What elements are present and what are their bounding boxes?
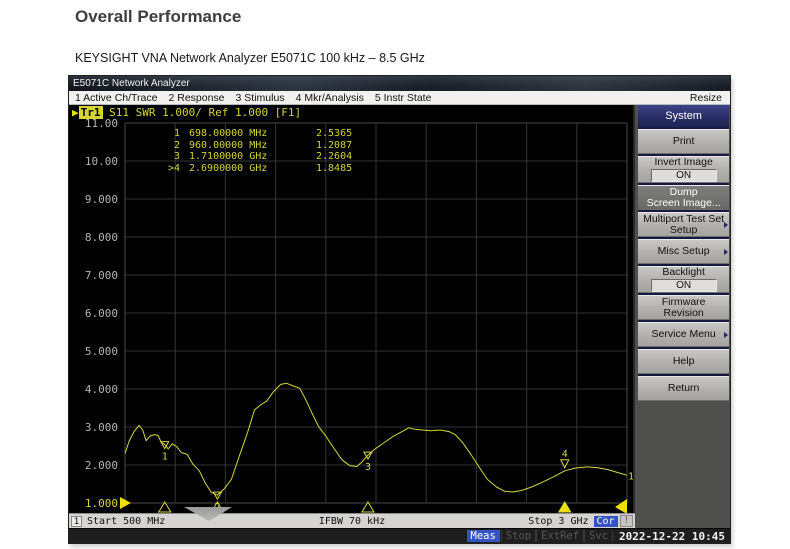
softkey-label: Dump [670,187,698,198]
marker-row: 31.7100000 GHz2.2604 [156,151,352,163]
page-subtitle: KEYSIGHT VNA Network Analyzer E5071C 100… [75,51,425,65]
y-axis-tick: 8.000 [85,231,118,244]
channel-number-badge: 1 [71,516,82,527]
trace-header: ▶Tr1 S11 SWR 1.000/ Ref 1.000 [F1] [72,106,301,119]
softkey-print[interactable]: Print [638,129,729,154]
swr-plot-svg: 11.00 10.00 9.000 8.000 7.000 6.000 5.000 4.000… [69,119,633,513]
marker-cell: 1.2087 [306,140,352,152]
stop-status-label: Stop [501,530,536,542]
meas-status-badge: Meas [467,530,500,542]
marker-number: 3 [365,462,371,473]
marker-cell: 698.00000 MHz [180,128,306,140]
datetime-label: 2022-12-22 10:45 [613,530,730,543]
y-axis-tick: 4.000 [85,383,118,396]
trace-end-label: 1 [628,471,633,482]
menu-bar: 1 Active Ch/Trace 2 Response 3 Stimulus 4 M… [69,91,730,105]
y-axis-tick: 10.00 [85,155,118,168]
trace-pointer-icon: ▶ [72,106,79,119]
softkey-label: Backlight [662,267,705,278]
softkey-label: Misc Setup [658,246,710,257]
menu-item[interactable]: 2 Response [168,92,224,104]
softkey-label: Service Menu [652,329,716,340]
submenu-arrow-icon [724,222,728,228]
y-axis-tick: 9.000 [85,193,118,206]
marker-cell: 3 [156,151,180,163]
menu-item[interactable]: 3 Stimulus [236,92,285,104]
y-axis-tick: 2.000 [85,459,118,472]
y-axis-tick: 11.00 [85,119,118,130]
start-frequency-label: Start 500 MHz [87,516,165,527]
softkey-menu-title[interactable]: System [638,105,729,127]
menu-item[interactable]: 4 Mkr/Analysis [296,92,364,104]
softkey-help[interactable]: Help [638,349,729,374]
softkey-label: Print [673,136,695,147]
marker-cell: 2.2604 [306,151,352,163]
marker-cell: 1.8485 [306,163,352,175]
swr-chart: 11.00 10.00 9.000 8.000 7.000 6.000 5.000 4.000… [69,119,635,513]
marker-table: 1698.00000 MHz2.53652960.00000 MHz1.2087… [156,128,352,174]
marker-number: 1 [162,452,168,463]
softkey-sidebar: SystemPrintInvert ImageONDumpScreen Imag… [633,105,730,528]
softkey-firmware-revision[interactable]: FirmwareRevision [638,295,729,320]
softkey-return[interactable]: Return [638,376,729,401]
menu-items: 1 Active Ch/Trace 2 Response 3 Stimulus 4 M… [75,92,442,104]
menu-item[interactable]: 5 Instr State [375,92,432,104]
softkey-label: Invert Image [654,157,712,168]
marker-cell: 2.6900000 GHz [180,163,306,175]
trace-label: Tr1 [79,106,103,119]
submenu-arrow-icon [724,332,728,338]
y-axis-tick: 5.000 [85,345,118,358]
ifbw-label: IFBW 70 kHz [319,516,385,527]
softkey-dump-screen-image[interactable]: DumpScreen Image... [638,185,729,210]
softkey-toggle-state: ON [651,169,717,182]
menu-item[interactable]: 1 Active Ch/Trace [75,92,157,104]
marker-number: 4 [562,449,568,460]
softkey-label: Setup [670,225,697,236]
vna-screen: ▶Tr1 S11 SWR 1.000/ Ref 1.000 [F1] 11.00… [69,105,633,528]
submenu-arrow-icon [724,249,728,255]
marker-cell: 1.7100000 GHz [180,151,306,163]
marker-cell: 2.5365 [306,128,352,140]
softkey-label: Return [668,383,700,394]
instrument-status-bar: Meas Stop ExtRef Svc 2022-12-22 10:45 [69,528,730,543]
softkey-service-menu[interactable]: Service Menu [638,322,729,347]
marker-cell: 960.00000 MHz [180,140,306,152]
y-axis-tick: 6.000 [85,307,118,320]
marker-row: >42.6900000 GHz1.8485 [156,163,352,175]
softkey-label: Revision [664,308,704,319]
y-axis-tick: 3.000 [85,421,118,434]
marker-glyph-icon [561,460,569,468]
y-axis-tick: 1.000 [85,497,118,510]
page-title: Overall Performance [75,7,241,27]
window-title: E5071C Network Analyzer [73,78,190,89]
y-axis-tick: 7.000 [85,269,118,282]
sweep-end-icon [615,499,627,513]
marker-row: 1698.00000 MHz2.5365 [156,128,352,140]
document-page: Overall Performance KEYSIGHT VNA Network… [0,0,790,549]
softkey-toggle-state: ON [651,279,717,292]
softkey-backlight[interactable]: BacklightON [638,266,729,293]
window-titlebar[interactable]: E5071C Network Analyzer [69,76,730,91]
softkey-misc-setup[interactable]: Misc Setup [638,239,729,264]
svc-status-label: Svc [584,530,613,542]
marker-row: 2960.00000 MHz1.2087 [156,140,352,152]
correction-badge: Cor [594,516,618,527]
extref-status-label: ExtRef [536,530,584,542]
resize-button[interactable]: Resize [690,92,722,104]
softkey-label: Screen Image... [647,198,721,209]
softkey-label: Multiport Test Set [643,214,724,225]
alert-badge: ! [620,515,633,527]
marker-cell: 1 [156,128,180,140]
trace-format-text: S11 SWR 1.000/ Ref 1.000 [F1] [103,106,302,119]
softkey-label: Help [673,356,695,367]
marker-cell: >4 [156,163,180,175]
stop-frequency-label: Stop 3 GHz [528,516,588,527]
softkey-multiport-test-set-setup[interactable]: Multiport Test SetSetup [638,212,729,237]
vna-window: E5071C Network Analyzer 1 Active Ch/Trac… [68,75,731,544]
channel-status-bar: 1 Start 500 MHz IFBW 70 kHz Stop 3 GHz C… [69,513,635,528]
softkey-label: Firmware [662,297,706,308]
marker-cell: 2 [156,140,180,152]
softkey-invert-image[interactable]: Invert ImageON [638,156,729,183]
